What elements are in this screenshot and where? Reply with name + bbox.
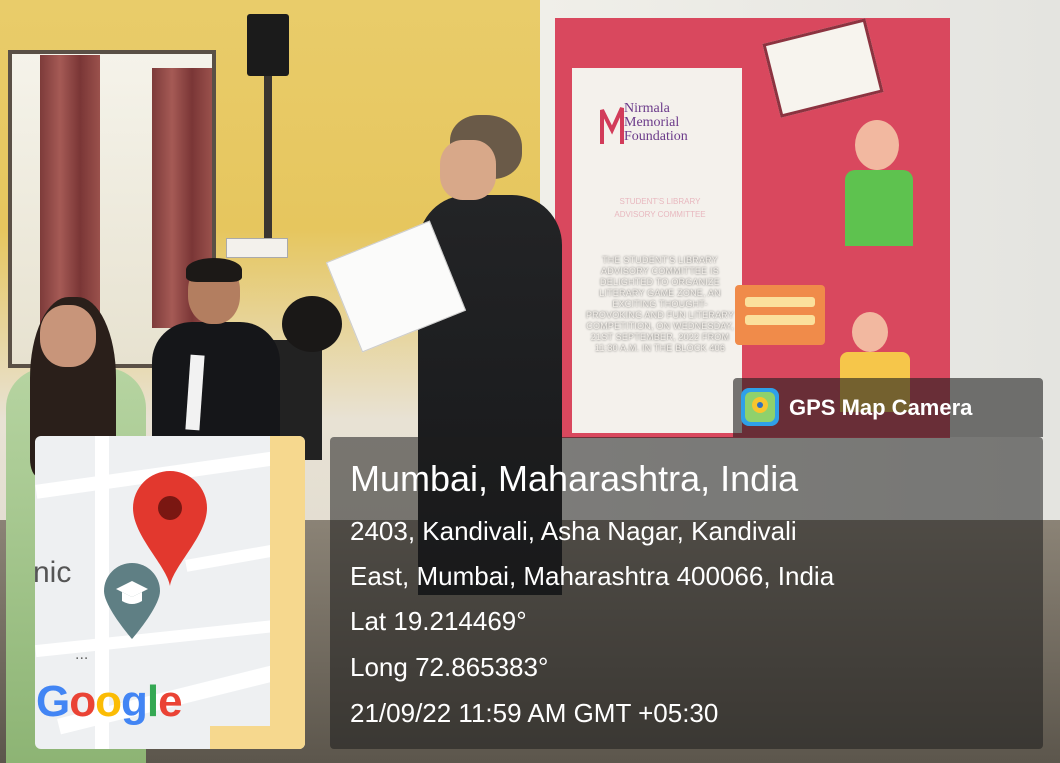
illustration-body-1: [845, 170, 913, 246]
photo-scene: Nirmala Memorial Foundation STUDENT'S LI…: [0, 0, 1060, 763]
address-line-2: East, Mumbai, Maharashtra 400066, India: [350, 561, 835, 591]
map-dots: ...: [75, 646, 89, 663]
wall-speaker: [247, 14, 289, 76]
logo-line-3: Foundation: [624, 129, 688, 144]
poster-logo: Nirmala Memorial Foundation: [600, 100, 730, 170]
illustration-head-1: [855, 120, 899, 170]
poster-body-text: THE STUDENT'S LIBRARY ADVISORY COMMITTEE…: [585, 255, 735, 353]
foundation-logo-icon: [600, 107, 624, 144]
switch-board: [226, 238, 288, 258]
student-boy-body: [152, 322, 280, 452]
timestamp-text: 21/09/22 11:59 AM GMT +05:30: [350, 698, 719, 728]
address-line-1: 2403, Kandivali, Asha Nagar, Kandivali: [350, 516, 797, 546]
person-back-head: [282, 296, 342, 352]
logo-line-2: Memorial: [624, 115, 680, 130]
poster-faded-heading: STUDENT'S LIBRARY ADVISORY COMMITTEE: [614, 197, 706, 219]
svg-text:Google: Google: [36, 677, 182, 726]
location-title: Mumbai, Maharashtra, India: [350, 458, 799, 499]
student-girl-face: [40, 305, 96, 367]
illustration-head-2: [852, 312, 888, 352]
student-boy-hair: [186, 258, 242, 282]
longitude-text: Long 72.865383°: [350, 652, 549, 682]
map-place-label: nic: [33, 556, 72, 589]
google-logo-icon: Google: [36, 677, 183, 726]
google-attribution: Google: [36, 676, 196, 739]
illustration-box: [735, 285, 825, 345]
logo-line-1: Nirmala: [624, 101, 670, 116]
gps-camera-app-icon: [741, 388, 779, 426]
speaker-pole: [264, 76, 272, 246]
location-pin-icon: [131, 470, 209, 588]
speaker-man-face: [440, 140, 496, 200]
gps-brand-label: GPS Map Camera: [789, 395, 973, 420]
latitude-text: Lat 19.214469°: [350, 606, 527, 636]
